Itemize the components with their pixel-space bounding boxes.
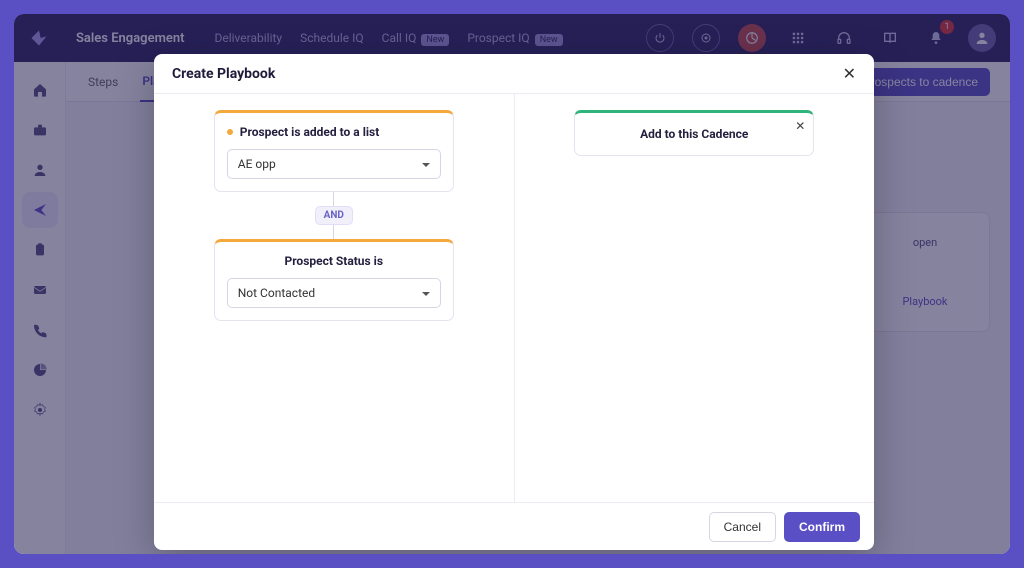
close-icon[interactable]: ✕ [843,64,856,84]
action-card[interactable]: Add to this Cadence ✕ [574,110,814,156]
cancel-button[interactable]: Cancel [709,512,776,542]
action-label: Add to this Cadence [640,127,748,141]
condition1-title: Prospect is added to a list [240,125,380,139]
remove-action-icon[interactable]: ✕ [795,119,805,133]
condition2-title: Prospect Status is [284,254,383,268]
list-select[interactable]: AE opp [227,149,441,179]
create-playbook-modal: Create Playbook ✕ Prospect is added to a… [154,54,874,550]
condition-card-status: Prospect Status is Not Contacted [214,239,454,321]
bullet-icon [227,129,233,135]
modal-title: Create Playbook [172,66,275,82]
status-select-value: Not Contacted [238,286,315,300]
conditions-panel: Prospect is added to a list AE opp AND P… [154,94,515,502]
and-chip: AND [315,206,353,225]
condition-card-list: Prospect is added to a list AE opp [214,110,454,192]
connector-line [333,192,334,206]
connector-line [333,225,334,239]
confirm-button[interactable]: Confirm [784,512,860,542]
status-select[interactable]: Not Contacted [227,278,441,308]
list-select-value: AE opp [238,157,276,171]
actions-panel: Add to this Cadence ✕ [515,94,875,502]
